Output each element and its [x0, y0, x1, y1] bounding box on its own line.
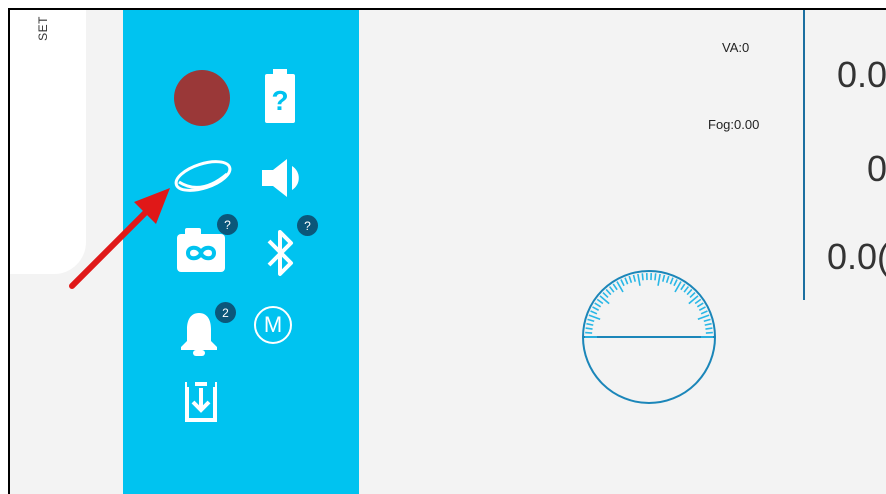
annotation-arrow [0, 0, 886, 486]
